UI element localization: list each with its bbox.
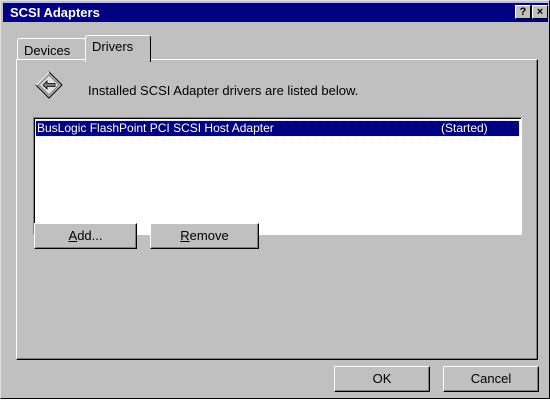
remove-button-label: emove	[189, 228, 229, 243]
remove-button[interactable]: Remove	[150, 223, 259, 249]
help-button[interactable]: ?	[515, 5, 531, 19]
cancel-button[interactable]: Cancel	[443, 366, 539, 392]
tab-drivers-label: Drivers	[92, 39, 134, 54]
remove-button-mnemonic: R	[180, 228, 190, 243]
drivers-panel: Installed SCSI Adapter drivers are liste…	[16, 59, 538, 360]
add-button[interactable]: Add...	[34, 223, 137, 249]
tab-drivers[interactable]: Drivers	[85, 35, 151, 62]
close-button[interactable]: ×	[532, 5, 548, 19]
driver-row[interactable]: BusLogic FlashPoint PCI SCSI Host Adapte…	[35, 120, 520, 137]
drivers-header-text: Installed SCSI Adapter drivers are liste…	[88, 83, 359, 98]
ok-button[interactable]: OK	[334, 366, 430, 392]
tab-devices-label: Devices	[24, 43, 71, 58]
drivers-listbox[interactable]: BusLogic FlashPoint PCI SCSI Host Adapte…	[33, 117, 522, 235]
add-button-label: dd...	[77, 228, 103, 243]
tab-devices[interactable]: Devices	[17, 38, 87, 60]
driver-name: BusLogic FlashPoint PCI SCSI Host Adapte…	[37, 121, 274, 135]
add-button-mnemonic: A	[68, 228, 78, 243]
window-title: SCSI Adapters	[10, 5, 100, 20]
scsi-adapters-dialog: SCSI Adapters ? × Devices Drivers Instal…	[0, 0, 550, 399]
title-bar[interactable]: SCSI Adapters ? ×	[3, 3, 548, 22]
driver-status: (Started)	[441, 121, 488, 135]
scsi-adapter-icon	[35, 71, 63, 99]
